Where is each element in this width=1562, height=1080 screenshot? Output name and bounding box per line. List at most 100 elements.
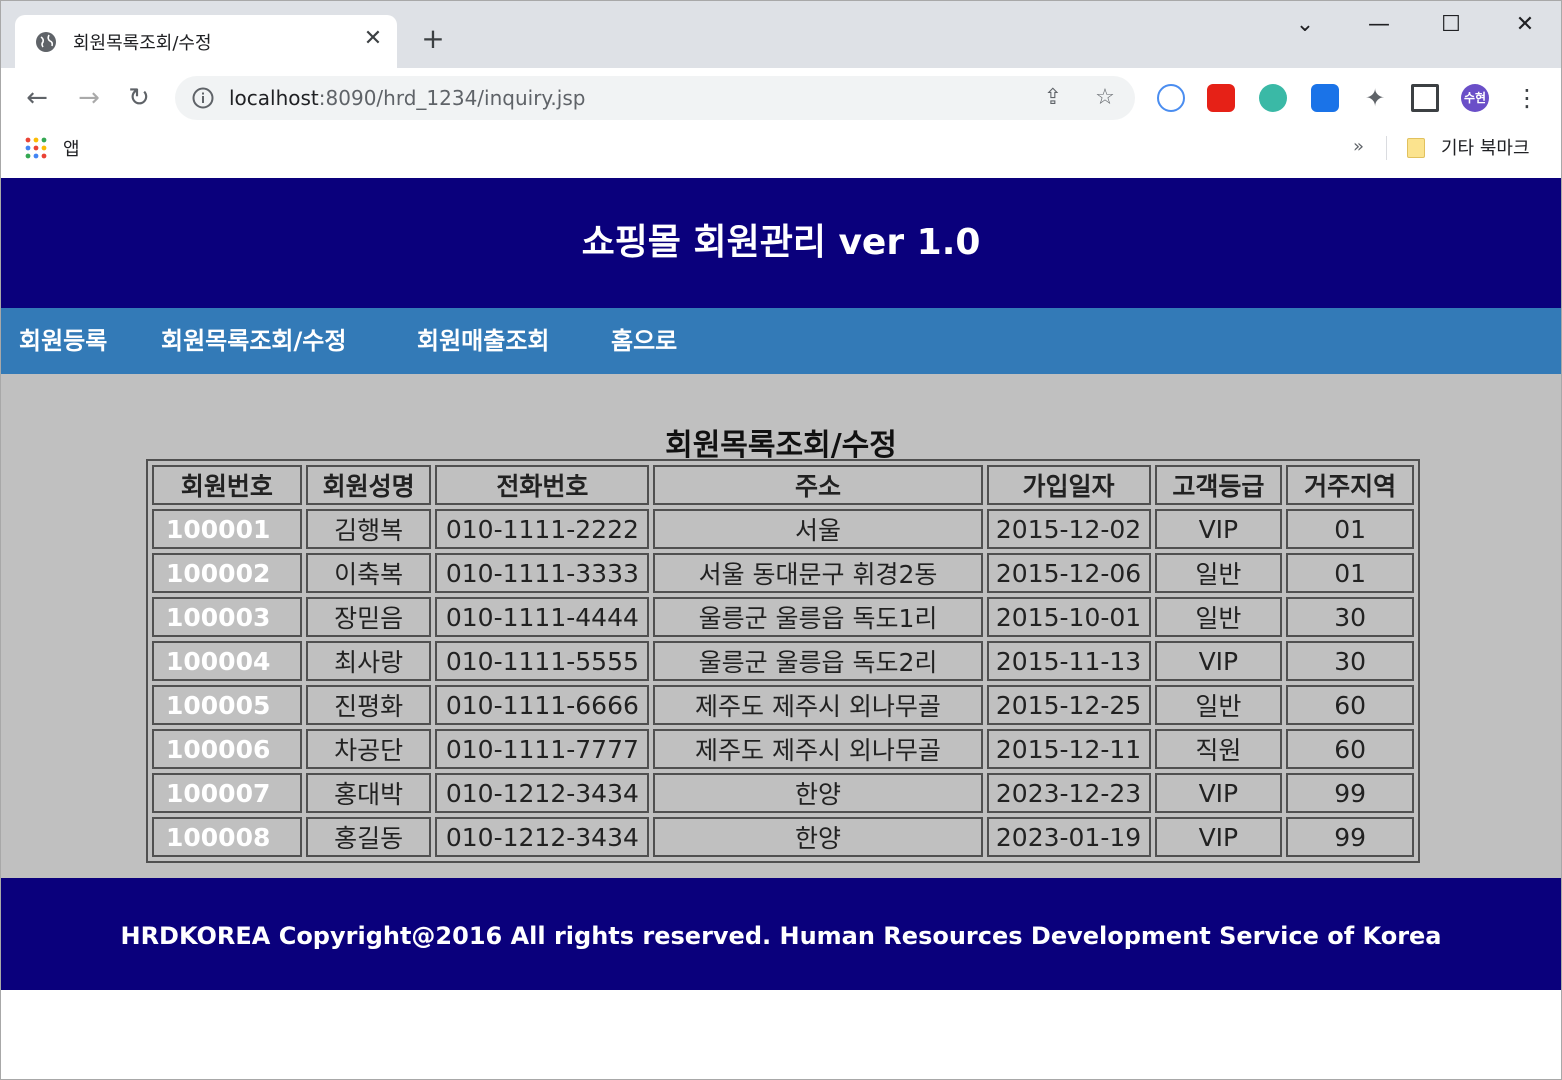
member-id-link[interactable]: 100002 bbox=[152, 553, 302, 593]
member-city: 01 bbox=[1286, 553, 1414, 593]
member-phone: 010-1212-3434 bbox=[435, 817, 650, 857]
member-address: 한양 bbox=[653, 773, 983, 813]
member-phone: 010-1111-7777 bbox=[435, 729, 650, 769]
table-row: 100005 진평화 010-1111-6666 제주도 제주시 외나무골 20… bbox=[152, 685, 1414, 725]
maximize-icon[interactable]: ☐ bbox=[1431, 9, 1471, 41]
extension-icon[interactable] bbox=[1157, 84, 1185, 112]
table-row: 100004 최사랑 010-1111-5555 울릉군 울릉읍 독도2리 20… bbox=[152, 641, 1414, 681]
member-id-link[interactable]: 100006 bbox=[152, 729, 302, 769]
member-id-link[interactable]: 100003 bbox=[152, 597, 302, 637]
member-name: 차공단 bbox=[305, 729, 432, 769]
url-path: :8090/hrd_1234/inquiry.jsp bbox=[318, 86, 586, 110]
back-icon[interactable]: ← bbox=[19, 80, 55, 116]
member-join-date: 2015-10-01 bbox=[986, 597, 1151, 637]
member-id-link[interactable]: 100004 bbox=[152, 641, 302, 681]
member-join-date: 2023-12-23 bbox=[986, 773, 1151, 813]
info-icon[interactable] bbox=[191, 86, 215, 110]
video-extension-icon[interactable] bbox=[1207, 84, 1235, 112]
member-name: 최사랑 bbox=[305, 641, 432, 681]
member-name: 홍길동 bbox=[305, 817, 432, 857]
member-join-date: 2015-12-11 bbox=[986, 729, 1151, 769]
member-join-date: 2015-12-06 bbox=[986, 553, 1151, 593]
column-header: 회원성명 bbox=[305, 465, 432, 505]
member-id-link[interactable]: 100005 bbox=[152, 685, 302, 725]
member-name: 진평화 bbox=[305, 685, 432, 725]
member-grade: 일반 bbox=[1154, 685, 1283, 725]
member-name: 홍대박 bbox=[305, 773, 432, 813]
member-join-date: 2023-01-19 bbox=[986, 817, 1151, 857]
member-city: 01 bbox=[1286, 509, 1414, 549]
nav-member-list[interactable]: 회원목록조회/수정 bbox=[161, 308, 346, 374]
copyright-text: HRDKOREA Copyright@2016 All rights reser… bbox=[120, 922, 1442, 950]
browser-tab[interactable]: 회원목록조회/수정 ✕ bbox=[15, 15, 397, 69]
member-id-link[interactable]: 100008 bbox=[152, 817, 302, 857]
content-section: 회원목록조회/수정 회원번호 회원성명 전화번호 주소 가입일자 고객등급 거주… bbox=[1, 374, 1561, 878]
member-address: 제주도 제주시 외나무골 bbox=[653, 685, 983, 725]
member-join-date: 2015-11-13 bbox=[986, 641, 1151, 681]
url-text[interactable]: localhost:8090/hrd_1234/inquiry.jsp bbox=[229, 86, 585, 110]
puzzle-icon[interactable]: ✦ bbox=[1361, 84, 1389, 112]
m-extension-icon[interactable] bbox=[1259, 84, 1287, 112]
sync-extension-icon[interactable] bbox=[1311, 84, 1339, 112]
web-page: 쇼핑몰 회원관리 ver 1.0 회원등록 회원목록조회/수정 회원매출조회 홈… bbox=[0, 178, 1562, 1080]
member-grade: VIP bbox=[1154, 773, 1283, 813]
minimize-icon[interactable]: — bbox=[1359, 9, 1399, 41]
site-title: 쇼핑몰 회원관리 ver 1.0 bbox=[581, 222, 981, 263]
member-phone: 010-1212-3434 bbox=[435, 773, 650, 813]
member-grade: VIP bbox=[1154, 641, 1283, 681]
member-name: 장믿음 bbox=[305, 597, 432, 637]
apps-label[interactable]: 앱 bbox=[63, 135, 80, 161]
member-table: 회원번호 회원성명 전화번호 주소 가입일자 고객등급 거주지역 100001 … bbox=[146, 459, 1420, 863]
member-name: 이축복 bbox=[305, 553, 432, 593]
bookmarks-bar: 앱 » 기타 북마크 bbox=[0, 128, 1562, 178]
member-city: 99 bbox=[1286, 773, 1414, 813]
member-grade: VIP bbox=[1154, 509, 1283, 549]
table-row: 100002 이축복 010-1111-3333 서울 동대문구 휘경2동 20… bbox=[152, 553, 1414, 593]
member-grade: 일반 bbox=[1154, 553, 1283, 593]
side-panel-icon[interactable] bbox=[1411, 84, 1439, 112]
member-phone: 010-1111-6666 bbox=[435, 685, 650, 725]
table-row: 100007 홍대박 010-1212-3434 한양 2023-12-23 V… bbox=[152, 773, 1414, 813]
bookmarks-divider bbox=[1386, 136, 1387, 160]
nav-member-sales[interactable]: 회원매출조회 bbox=[417, 308, 549, 374]
close-tab-icon[interactable]: ✕ bbox=[359, 25, 387, 53]
kebab-menu-icon[interactable]: ⋮ bbox=[1513, 84, 1541, 112]
share-icon[interactable]: ⇪ bbox=[1039, 84, 1067, 112]
column-header: 고객등급 bbox=[1154, 465, 1283, 505]
bookmark-star-icon[interactable]: ☆ bbox=[1091, 84, 1119, 112]
table-row: 100003 장믿음 010-1111-4444 울릉군 울릉읍 독도1리 20… bbox=[152, 597, 1414, 637]
member-grade: VIP bbox=[1154, 817, 1283, 857]
site-nav: 회원등록 회원목록조회/수정 회원매출조회 홈으로 bbox=[1, 308, 1561, 374]
nav-member-register[interactable]: 회원등록 bbox=[19, 308, 107, 374]
forward-icon[interactable]: → bbox=[71, 80, 107, 116]
profile-avatar[interactable]: 수현 bbox=[1461, 84, 1489, 112]
bookmarks-overflow-icon[interactable]: » bbox=[1353, 136, 1364, 157]
tab-strip: 회원목록조회/수정 ✕ + ⌄ — ☐ ✕ bbox=[0, 0, 1562, 69]
globe-icon bbox=[36, 32, 56, 52]
nav-home[interactable]: 홈으로 bbox=[611, 308, 677, 374]
reload-icon[interactable]: ↻ bbox=[121, 80, 157, 116]
close-window-icon[interactable]: ✕ bbox=[1505, 9, 1545, 41]
member-city: 99 bbox=[1286, 817, 1414, 857]
url-host: localhost bbox=[229, 86, 319, 110]
member-join-date: 2015-12-02 bbox=[986, 509, 1151, 549]
apps-grid-icon[interactable] bbox=[25, 137, 47, 159]
member-id-link[interactable]: 100001 bbox=[152, 509, 302, 549]
member-address: 서울 bbox=[653, 509, 983, 549]
member-city: 30 bbox=[1286, 641, 1414, 681]
member-address: 울릉군 울릉읍 독도2리 bbox=[653, 641, 983, 681]
member-join-date: 2015-12-25 bbox=[986, 685, 1151, 725]
other-bookmarks[interactable]: 기타 북마크 bbox=[1441, 134, 1530, 160]
new-tab-button[interactable]: + bbox=[417, 23, 449, 55]
member-address: 한양 bbox=[653, 817, 983, 857]
member-address: 제주도 제주시 외나무골 bbox=[653, 729, 983, 769]
member-id-link[interactable]: 100007 bbox=[152, 773, 302, 813]
member-phone: 010-1111-4444 bbox=[435, 597, 650, 637]
folder-icon[interactable] bbox=[1407, 138, 1425, 158]
address-bar[interactable]: localhost:8090/hrd_1234/inquiry.jsp ⇪ ☆ bbox=[175, 76, 1135, 120]
section-title: 회원목록조회/수정 bbox=[665, 428, 897, 463]
site-header: 쇼핑몰 회원관리 ver 1.0 bbox=[1, 178, 1561, 308]
browser-toolbar: ← → ↻ localhost:8090/hrd_1234/inquiry.js… bbox=[0, 68, 1562, 128]
tab-search-icon[interactable]: ⌄ bbox=[1285, 9, 1325, 41]
site-footer: HRDKOREA Copyright@2016 All rights reser… bbox=[1, 878, 1561, 990]
